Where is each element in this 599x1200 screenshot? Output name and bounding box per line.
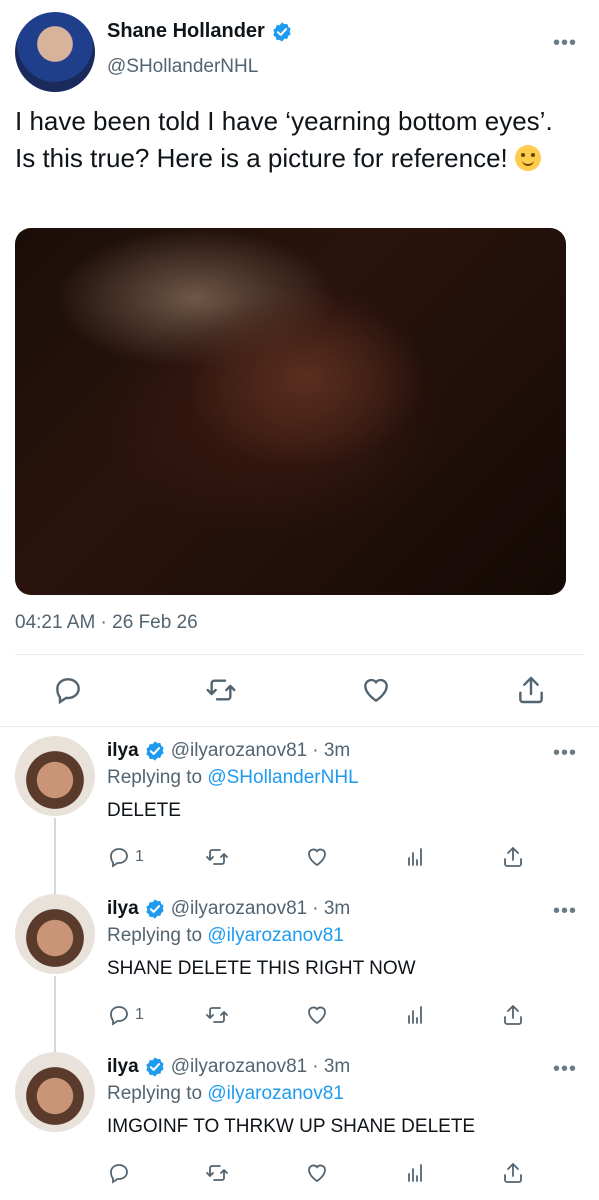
- reply-time: · 3m: [312, 1056, 351, 1077]
- reply-header: ilya @ilyarozanov81 · 3m: [107, 740, 350, 762]
- like-icon[interactable]: [305, 1160, 329, 1186]
- verified-badge-icon: [271, 21, 293, 43]
- divider: [15, 654, 584, 655]
- avatar[interactable]: [15, 894, 95, 974]
- stats-icon[interactable]: [403, 1160, 427, 1186]
- author-handle[interactable]: @SHollanderNHL: [107, 56, 258, 78]
- replying-to: Replying to @ilyarozanov81: [107, 1083, 344, 1105]
- replying-to: Replying to @ilyarozanov81: [107, 925, 344, 947]
- author-handle[interactable]: @ilyarozanov81: [171, 740, 308, 762]
- verified-badge-icon: [144, 1056, 166, 1078]
- retweet-icon[interactable]: [205, 674, 237, 706]
- reply-icon[interactable]: [52, 674, 84, 706]
- avatar[interactable]: [15, 12, 95, 92]
- retweet-icon[interactable]: [205, 1160, 229, 1186]
- more-options-button[interactable]: •••: [553, 1059, 577, 1079]
- share-icon[interactable]: [515, 674, 547, 706]
- avatar[interactable]: [15, 1052, 95, 1132]
- retweet-icon[interactable]: [205, 844, 229, 870]
- stats-icon[interactable]: [403, 1002, 427, 1028]
- author-name[interactable]: Shane Hollander: [107, 20, 265, 43]
- more-options-button[interactable]: •••: [553, 901, 577, 921]
- reply-actions: 1: [107, 844, 527, 874]
- tweet-actions: [0, 674, 599, 714]
- replying-prefix: Replying to: [107, 767, 208, 788]
- reply-button[interactable]: 1: [107, 1002, 144, 1028]
- replying-to-link[interactable]: @SHollanderNHL: [207, 767, 358, 788]
- more-options-button[interactable]: •••: [553, 33, 577, 53]
- reply-count: 1: [135, 848, 144, 865]
- replying-to-link[interactable]: @ilyarozanov81: [207, 925, 344, 946]
- replying-prefix: Replying to: [107, 1083, 208, 1104]
- tweet-text: I have been told I have ‘yearning bottom…: [15, 103, 575, 177]
- tweet-body: I have been told I have ‘yearning bottom…: [15, 106, 553, 173]
- smiling-face-emoji-icon: [515, 145, 541, 171]
- reply-icon: [107, 1003, 131, 1027]
- reply-header: ilya @ilyarozanov81 · 3m: [107, 898, 350, 920]
- reply-text: DELETE: [107, 800, 181, 821]
- reply-time: · 3m: [312, 740, 351, 761]
- replying-to: Replying to @SHollanderNHL: [107, 767, 359, 789]
- thread-line: [54, 976, 56, 1054]
- share-icon[interactable]: [501, 844, 525, 870]
- reply-count: 1: [135, 1006, 144, 1023]
- reply-time: · 3m: [312, 898, 351, 919]
- tweet-photo[interactable]: [15, 228, 566, 595]
- reply-actions: 1: [107, 1002, 527, 1032]
- author-handle[interactable]: @ilyarozanov81: [171, 898, 308, 920]
- author-name[interactable]: ilya: [107, 740, 139, 762]
- replying-prefix: Replying to: [107, 925, 208, 946]
- reply-actions: [107, 1160, 527, 1190]
- reply-text: SHANE DELETE THIS RIGHT NOW: [107, 958, 416, 979]
- reply-button[interactable]: 1: [107, 844, 144, 870]
- tweet-timestamp[interactable]: 04:21 AM · 26 Feb 26: [15, 612, 198, 634]
- author-name[interactable]: ilya: [107, 898, 139, 920]
- share-icon[interactable]: [501, 1002, 525, 1028]
- replying-to-link[interactable]: @ilyarozanov81: [207, 1083, 344, 1104]
- verified-badge-icon: [144, 898, 166, 920]
- verified-badge-icon: [144, 740, 166, 762]
- thread-line: [54, 818, 56, 896]
- share-icon[interactable]: [501, 1160, 525, 1186]
- reply-text: IMGOINF TO THRKW UP SHANE DELETE: [107, 1116, 476, 1137]
- like-icon[interactable]: [305, 1002, 329, 1028]
- reply-icon: [107, 1161, 131, 1185]
- author-name[interactable]: ilya: [107, 1056, 139, 1078]
- retweet-icon[interactable]: [205, 1002, 229, 1028]
- stats-icon[interactable]: [403, 844, 427, 870]
- like-icon[interactable]: [360, 674, 392, 706]
- like-icon[interactable]: [305, 844, 329, 870]
- reply-icon: [107, 845, 131, 869]
- avatar[interactable]: [15, 736, 95, 816]
- divider: [0, 726, 599, 727]
- author-row: Shane Hollander: [107, 20, 293, 43]
- author-handle[interactable]: @ilyarozanov81: [171, 1056, 308, 1078]
- reply-button[interactable]: [107, 1160, 135, 1186]
- more-options-button[interactable]: •••: [553, 743, 577, 763]
- reply-header: ilya @ilyarozanov81 · 3m: [107, 1056, 350, 1078]
